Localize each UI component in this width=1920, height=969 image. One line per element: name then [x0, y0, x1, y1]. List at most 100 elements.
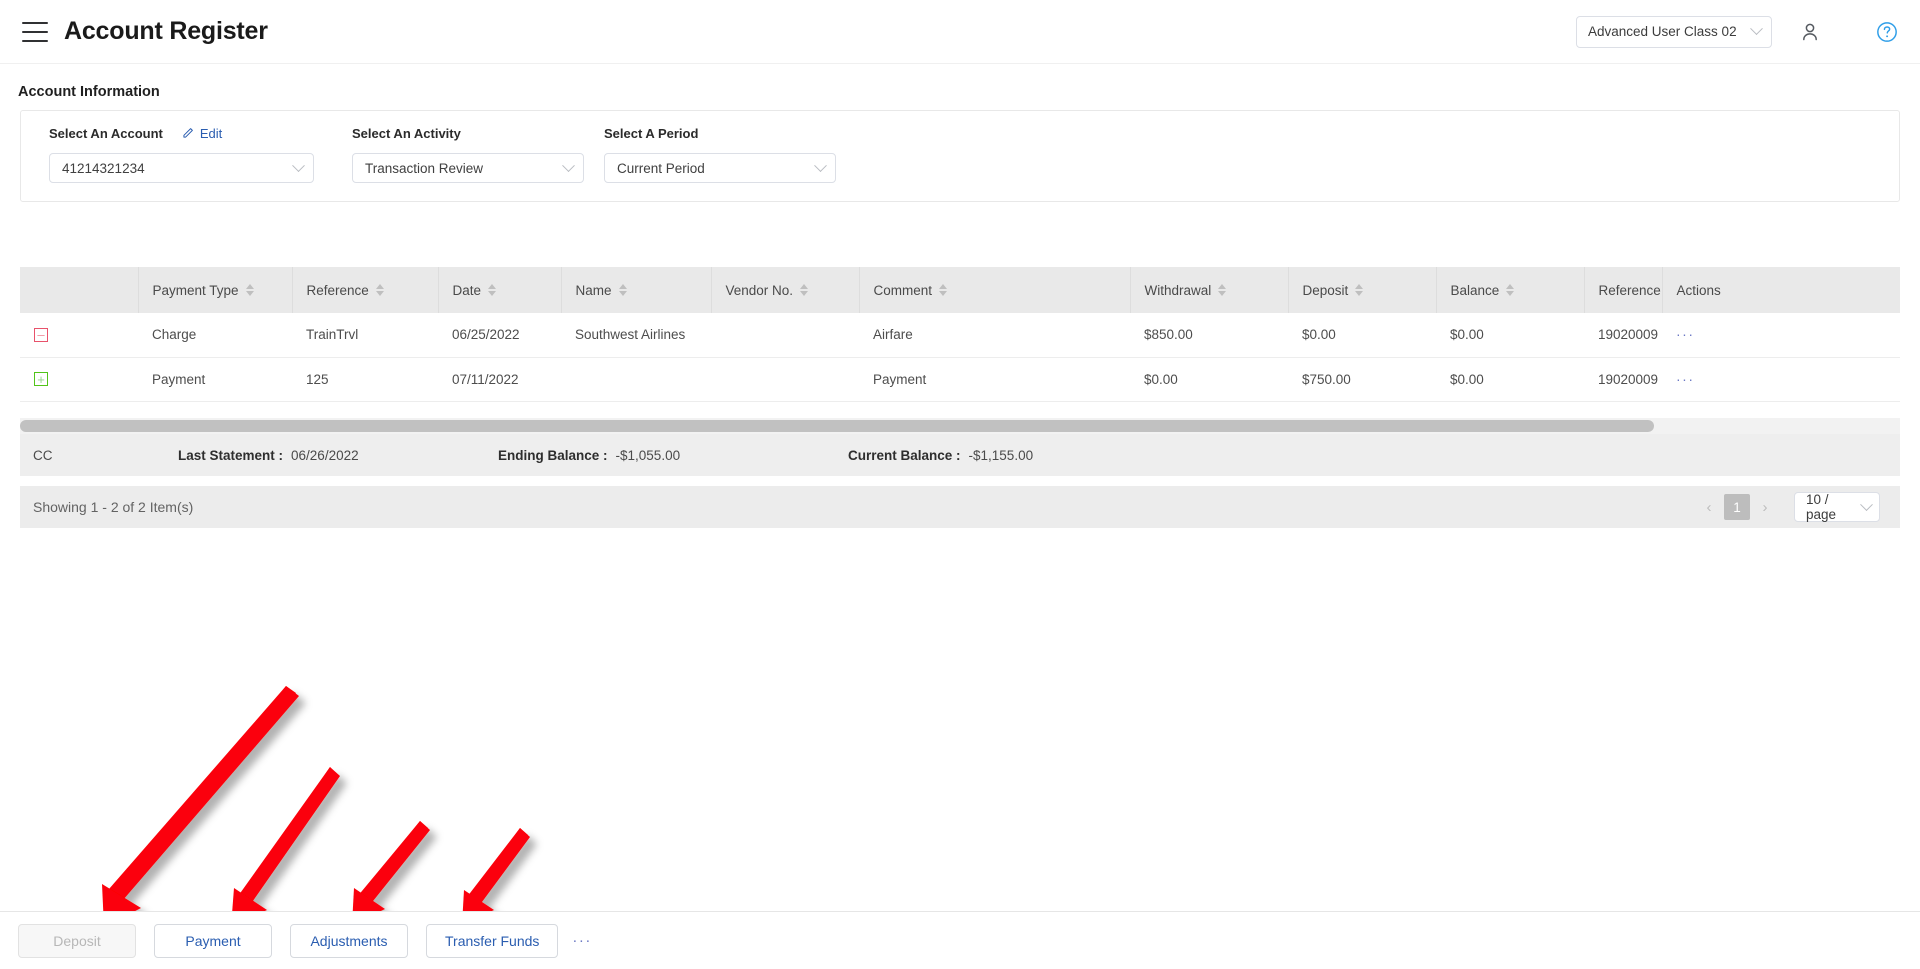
- arrow-group: [99, 686, 530, 927]
- column-header-vendor-no[interactable]: Vendor No.: [711, 267, 860, 313]
- column-header-comment[interactable]: Comment: [859, 267, 1131, 313]
- activity-select-value: Transaction Review: [365, 160, 484, 176]
- sort-toggle-icon[interactable]: [1218, 284, 1227, 296]
- table-summary-row: CC Last Statement : 06/26/2022 Ending Ba…: [20, 434, 1900, 476]
- pagination-page-1[interactable]: 1: [1724, 494, 1750, 520]
- column-header-label: Deposit: [1302, 282, 1349, 298]
- page-title: Account Register: [64, 17, 268, 45]
- arrow-shaft-4: [470, 828, 528, 905]
- column-header-expander: [20, 267, 139, 313]
- arrow-shaft-2: [240, 767, 335, 907]
- account-select[interactable]: 41214321234: [49, 153, 314, 183]
- summary-account-type: CC: [33, 447, 53, 463]
- summary-last-statement: Last Statement : 06/26/2022: [178, 448, 498, 463]
- sort-toggle-icon[interactable]: [618, 284, 627, 296]
- hamburger-menu-icon[interactable]: [22, 21, 48, 42]
- column-header-label: Balance: [1450, 282, 1500, 298]
- help-circle-icon[interactable]: [1876, 21, 1898, 43]
- column-header-label: Withdrawal: [1144, 282, 1212, 298]
- sort-toggle-icon[interactable]: [375, 284, 384, 296]
- adjustments-button[interactable]: Adjustments: [290, 923, 408, 958]
- column-header-label: Reference: [1598, 282, 1661, 298]
- select-account-field: Select An Account Edit 41214321234: [49, 123, 352, 183]
- cell-vendor-no: [711, 313, 859, 358]
- scrollbar-thumb[interactable]: [20, 420, 1654, 432]
- pagination-controls: ‹ 1 › 10 / page: [1696, 492, 1900, 522]
- deposit-button[interactable]: Deposit: [18, 923, 136, 958]
- sort-toggle-icon[interactable]: [939, 284, 948, 296]
- table-header: Payment Type Reference Date Name Vendor No. C…: [20, 267, 1900, 313]
- edit-account-link[interactable]: Edit: [181, 126, 222, 141]
- cell-withdrawal: $0.00: [1130, 357, 1288, 402]
- chevron-down-icon: [814, 158, 827, 172]
- table-body: – Charge TrainTrvl 06/25/2022 Southwest Airl…: [20, 313, 1900, 402]
- column-header-withdrawal[interactable]: Withdrawal: [1130, 267, 1289, 313]
- column-header-balance[interactable]: Balance: [1436, 267, 1585, 313]
- chevron-down-icon: [1750, 22, 1763, 36]
- cell-deposit: $750.00: [1288, 357, 1436, 402]
- sort-toggle-icon[interactable]: [1506, 284, 1515, 296]
- page-size-value: 10 / page: [1806, 492, 1837, 522]
- chevron-down-icon: [1860, 497, 1873, 511]
- row-actions-menu-icon[interactable]: ···: [1676, 327, 1695, 341]
- edit-account-label: Edit: [199, 125, 223, 141]
- column-header-date[interactable]: Date: [438, 267, 562, 313]
- summary-current-balance: Current Balance : -$1,155.00: [848, 448, 1033, 463]
- cell-date: 06/25/2022: [438, 313, 561, 358]
- column-header-label: Payment Type: [152, 282, 239, 298]
- column-header-payment-type[interactable]: Payment Type: [138, 267, 293, 313]
- row-actions-menu-icon[interactable]: ···: [1676, 372, 1695, 386]
- period-select-value: Current Period: [617, 160, 705, 176]
- cell-balance: $0.00: [1436, 357, 1584, 402]
- chevron-down-icon: [562, 158, 575, 172]
- column-header-actions: Actions: [1662, 267, 1900, 313]
- last-statement-label: Last Statement :: [178, 447, 284, 463]
- summary-ending-balance: Ending Balance : -$1,055.00: [498, 448, 848, 463]
- select-activity-label: Select An Activity: [352, 125, 461, 141]
- collapse-row-icon[interactable]: –: [34, 327, 48, 342]
- expand-row-icon[interactable]: +: [34, 372, 48, 386]
- account-select-value: 41214321234: [62, 160, 145, 176]
- top-header-bar: Account Register Advanced User Class 02: [0, 0, 1920, 64]
- transfer-funds-button[interactable]: Transfer Funds: [426, 923, 559, 958]
- more-actions-button[interactable]: ···: [572, 933, 592, 948]
- column-header-reference[interactable]: Reference: [292, 267, 439, 313]
- column-header-label: Name: [575, 282, 612, 298]
- row-expander-cell: +: [20, 357, 138, 402]
- cell-name: Southwest Airlines: [561, 313, 711, 358]
- sort-toggle-icon[interactable]: [1355, 284, 1364, 296]
- sort-toggle-icon[interactable]: [245, 284, 254, 296]
- table-row[interactable]: – Charge TrainTrvl 06/25/2022 Southwest Airl…: [20, 313, 1900, 358]
- activity-select[interactable]: Transaction Review: [352, 153, 584, 183]
- cell-payment-type: Charge: [138, 313, 292, 358]
- column-header-label: Vendor No.: [725, 282, 794, 298]
- header-right-controls: Advanced User Class 02: [1576, 0, 1920, 63]
- cell-withdrawal: $850.00: [1130, 313, 1288, 358]
- user-avatar-icon[interactable]: [1798, 20, 1822, 44]
- arrow-shaft-1: [109, 686, 299, 900]
- column-header-deposit[interactable]: Deposit: [1288, 267, 1437, 313]
- sort-toggle-icon[interactable]: [488, 284, 497, 296]
- last-statement-value: 06/26/2022: [291, 447, 359, 463]
- table-horizontal-scrollbar[interactable]: [20, 418, 1900, 434]
- payment-button[interactable]: Payment: [154, 923, 272, 958]
- transactions-table: Payment Type Reference Date Name Vendor No. C…: [20, 267, 1900, 402]
- cell-reference: 125: [292, 357, 438, 402]
- showing-items-text: Showing 1 - 2 of 2 Item(s): [33, 499, 194, 515]
- column-header-name[interactable]: Name: [561, 267, 712, 313]
- sort-toggle-icon[interactable]: [800, 284, 809, 296]
- period-select[interactable]: Current Period: [604, 153, 836, 183]
- pagination-prev-button[interactable]: ‹: [1696, 494, 1722, 520]
- table-row[interactable]: + Payment 125 07/11/2022 Payment $0.00 $750.00…: [20, 357, 1900, 402]
- column-header-label: Date: [452, 282, 482, 298]
- pagination-next-button[interactable]: ›: [1752, 494, 1778, 520]
- cell-balance: $0.00: [1436, 313, 1584, 358]
- arrow-shaft-2b: [236, 767, 340, 908]
- page-size-select[interactable]: 10 / page: [1794, 492, 1880, 522]
- cell-deposit: $0.00: [1288, 313, 1436, 358]
- table-header-row: Payment Type Reference Date Name Vendor No. C…: [20, 267, 1900, 313]
- arrow-shaft-4b: [467, 828, 530, 906]
- column-header-reference: Reference: [1584, 267, 1663, 313]
- user-class-select[interactable]: Advanced User Class 02: [1576, 15, 1772, 48]
- current-balance-label: Current Balance :: [848, 447, 961, 463]
